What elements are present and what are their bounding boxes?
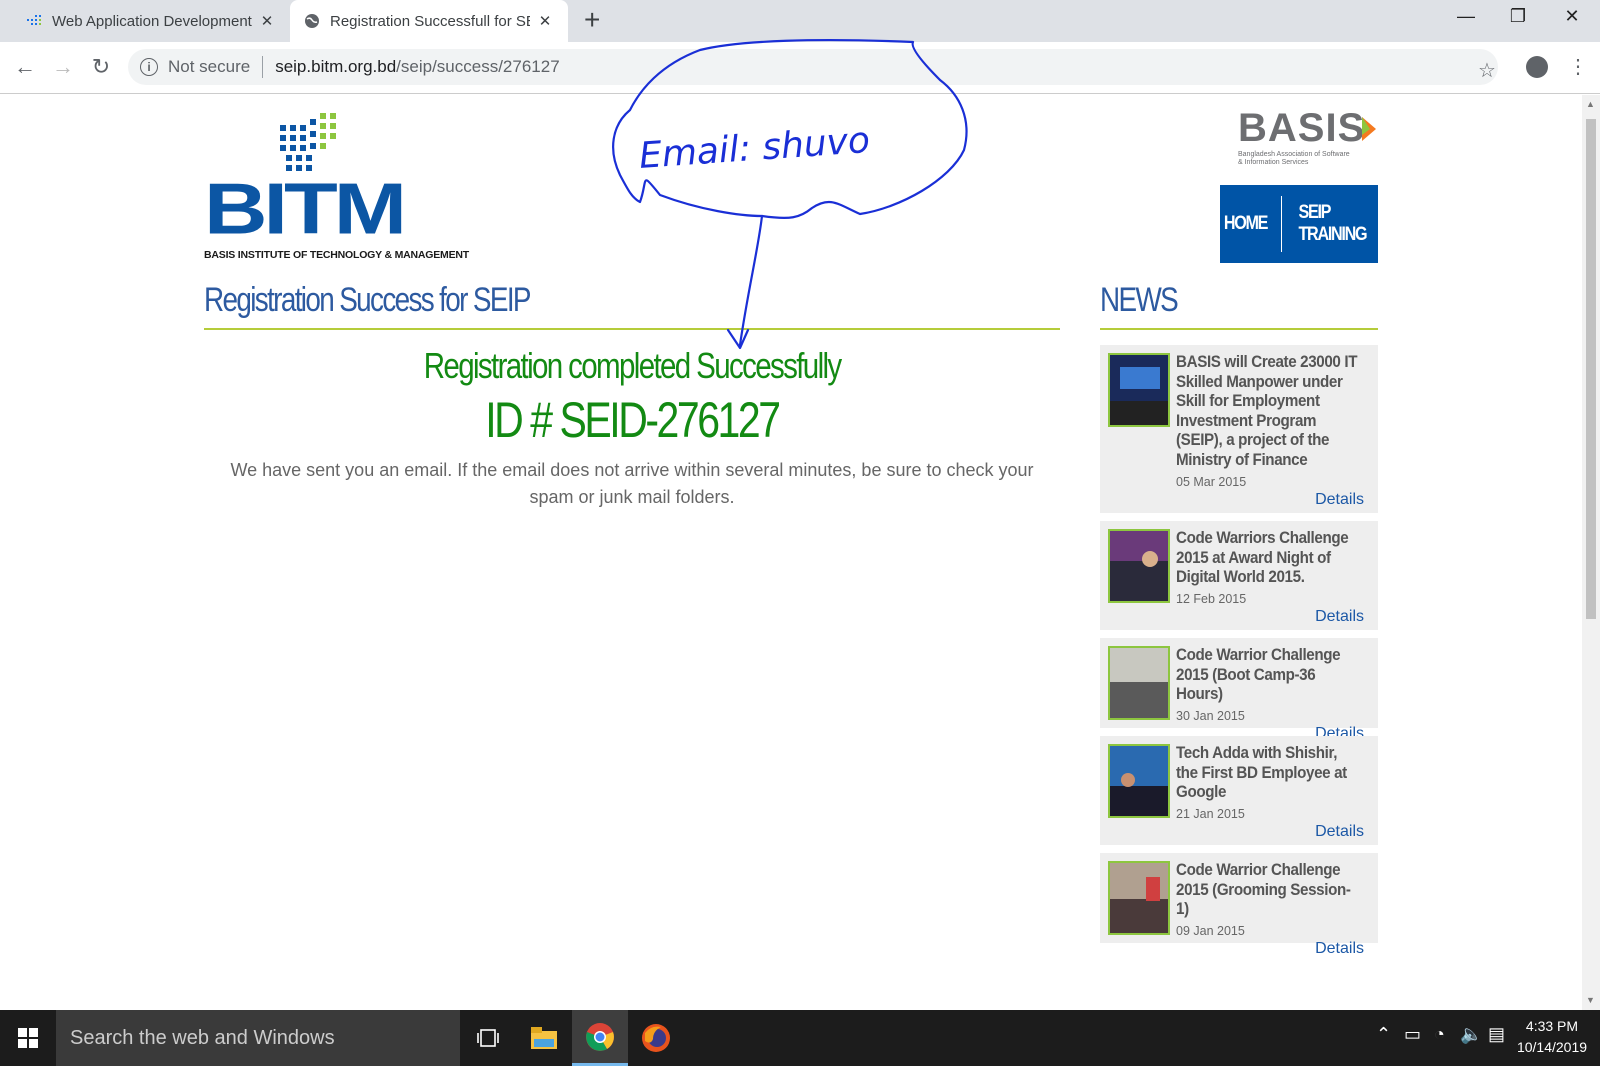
back-arrow-icon[interactable]: ←: [10, 52, 40, 82]
news-thumbnail-grooming-image[interactable]: [1108, 861, 1170, 935]
taskbar-clock[interactable]: 4:33 PM 10/14/2019: [1508, 1016, 1596, 1058]
taskbar-search-box[interactable]: Search the web and Windows: [56, 1010, 460, 1066]
news-headline[interactable]: Code Warriors Challenge 2015 at Award Ni…: [1176, 529, 1360, 588]
news-headline[interactable]: BASIS will Create 23000 IT Skilled Manpo…: [1176, 353, 1360, 471]
omnibox-separator: [262, 56, 264, 78]
news-thumbnail-bootcamp-image[interactable]: [1108, 646, 1170, 720]
clock-time: 4:33 PM: [1525, 1018, 1579, 1034]
news-item: Code Warrior Challenge 2015 (Boot Camp-3…: [1100, 638, 1378, 742]
news-headline[interactable]: Code Warrior Challenge 2015 (Grooming Se…: [1176, 861, 1360, 920]
url-domain: seip.bitm.org.bd: [275, 57, 397, 76]
basis-arrow-accent-icon: [1362, 117, 1370, 135]
windows-taskbar: Search the web and Windows ⌃ ▭ ◔ 🔈 ▤ 4:3…: [0, 1010, 1600, 1066]
logo-subtitle: BASIS INSTITUTE OF TECHNOLOGY & MANAGEME…: [204, 249, 469, 261]
top-navigation: HOME SEIP TRAINING: [1220, 185, 1378, 263]
minimize-window-icon[interactable]: —: [1440, 0, 1492, 36]
address-bar[interactable]: i Not secure seip.bitm.org.bd /seip/succ…: [128, 49, 1498, 85]
news-details-link[interactable]: Details: [1176, 940, 1364, 958]
news-headline[interactable]: Tech Adda with Shishir, the First BD Emp…: [1176, 744, 1360, 803]
basis-subtitle: Bangladesh Association of Software & Inf…: [1238, 151, 1350, 166]
menu-kebab-icon[interactable]: ⋮: [1568, 54, 1588, 79]
file-explorer-icon[interactable]: [516, 1010, 572, 1066]
news-headline[interactable]: Code Warrior Challenge 2015 (Boot Camp-3…: [1176, 646, 1360, 705]
news-thumbnail-tech-adda-image[interactable]: [1108, 744, 1170, 818]
new-tab-plus-icon[interactable]: +: [584, 4, 600, 36]
task-view-icon[interactable]: [460, 1010, 516, 1066]
news-item: Code Warriors Challenge 2015 at Award Ni…: [1100, 521, 1378, 630]
news-thumbnail-award-image[interactable]: [1108, 529, 1170, 603]
scrollbar-thumb[interactable]: [1586, 119, 1596, 619]
browser-toolbar: ← → ↻ i Not secure seip.bitm.org.bd /sei…: [0, 42, 1600, 94]
news-item: Code Warrior Challenge 2015 (Grooming Se…: [1100, 853, 1378, 957]
logo-wordmark: BITM: [204, 168, 407, 250]
nav-divider: [1281, 196, 1282, 252]
tab-title: Registration Successfull for SEIP|: [330, 12, 530, 30]
news-date: 09 Jan 2015: [1176, 923, 1245, 938]
news-details-link[interactable]: Details: [1176, 823, 1364, 841]
success-panel: Registration completed Successfully ID #…: [204, 345, 1060, 511]
notifications-icon[interactable]: ▤: [1488, 1024, 1505, 1045]
news-date: 30 Jan 2015: [1176, 708, 1245, 723]
info-icon[interactable]: i: [140, 58, 158, 76]
tab-title: Web Application Development w: [52, 12, 252, 30]
success-heading: Registration completed Successfully: [423, 345, 842, 386]
page-title: Registration Success for SEIP: [204, 281, 532, 319]
nav-home-link[interactable]: HOME: [1224, 213, 1269, 235]
bookmark-star-icon[interactable]: ☆: [1478, 58, 1496, 83]
close-tab-icon[interactable]: ✕: [536, 12, 554, 30]
page-viewport: BITM BASIS INSTITUTE OF TECHNOLOGY & MAN…: [0, 95, 1580, 1010]
grid-favicon-icon: [26, 13, 42, 29]
news-title: NEWS: [1100, 281, 1179, 319]
clock-date: 10/14/2019: [1516, 1039, 1588, 1055]
security-status: Not secure: [168, 57, 251, 76]
close-window-icon[interactable]: ✕: [1546, 0, 1598, 36]
reload-icon[interactable]: ↻: [86, 52, 116, 82]
basis-logo[interactable]: BASIS Bangladesh Association of Software…: [1238, 107, 1378, 167]
volume-icon[interactable]: 🔈: [1460, 1024, 1482, 1045]
email-notice: We have sent you an email. If the email …: [230, 460, 1034, 507]
basis-wordmark: BASIS: [1238, 106, 1366, 150]
restore-window-icon[interactable]: ❐: [1492, 0, 1544, 36]
show-hidden-icons-chevron-icon[interactable]: ⌃: [1376, 1024, 1391, 1045]
chrome-taskbar-icon[interactable]: [572, 1010, 628, 1066]
close-tab-icon[interactable]: ✕: [258, 12, 276, 30]
browser-tab-strip: Web Application Development w ✕ Registra…: [0, 0, 1600, 42]
news-date: 12 Feb 2015: [1176, 591, 1247, 606]
registration-id: ID # SEID-276127: [485, 392, 781, 448]
scroll-down-arrow-icon[interactable]: ▼: [1586, 995, 1595, 1005]
firefox-taskbar-icon[interactable]: [628, 1010, 684, 1066]
forward-arrow-icon[interactable]: →: [48, 52, 78, 82]
battery-icon[interactable]: ▭: [1404, 1024, 1421, 1045]
news-list: BASIS will Create 23000 IT Skilled Manpo…: [1100, 345, 1378, 957]
news-divider: [1100, 328, 1378, 330]
news-date: 05 Mar 2015: [1176, 474, 1247, 489]
title-divider: [204, 328, 1060, 330]
news-date: 21 Jan 2015: [1176, 806, 1245, 821]
windows-start-icon[interactable]: [0, 1010, 56, 1066]
tab-registration-successful[interactable]: Registration Successfull for SEIP| ✕: [290, 0, 568, 42]
tab-web-application-development[interactable]: Web Application Development w ✕: [12, 0, 282, 42]
news-details-link[interactable]: Details: [1176, 608, 1364, 626]
nav-seip-training-link[interactable]: SEIP TRAINING: [1298, 202, 1371, 246]
vertical-scrollbar[interactable]: ▲ ▼: [1582, 95, 1600, 1010]
news-item: Tech Adda with Shishir, the First BD Emp…: [1100, 736, 1378, 845]
globe-favicon-icon: [304, 13, 320, 29]
wifi-icon[interactable]: ◔: [1434, 1024, 1445, 1045]
url-path: /seip/success/276127: [396, 57, 560, 76]
scroll-up-arrow-icon[interactable]: ▲: [1586, 99, 1595, 109]
profile-avatar-icon[interactable]: [1526, 56, 1548, 78]
news-details-link[interactable]: Details: [1176, 491, 1364, 509]
news-thumbnail-stage-image[interactable]: [1108, 353, 1170, 427]
bitm-logo[interactable]: BITM BASIS INSTITUTE OF TECHNOLOGY & MAN…: [204, 113, 469, 263]
news-item: BASIS will Create 23000 IT Skilled Manpo…: [1100, 345, 1378, 513]
